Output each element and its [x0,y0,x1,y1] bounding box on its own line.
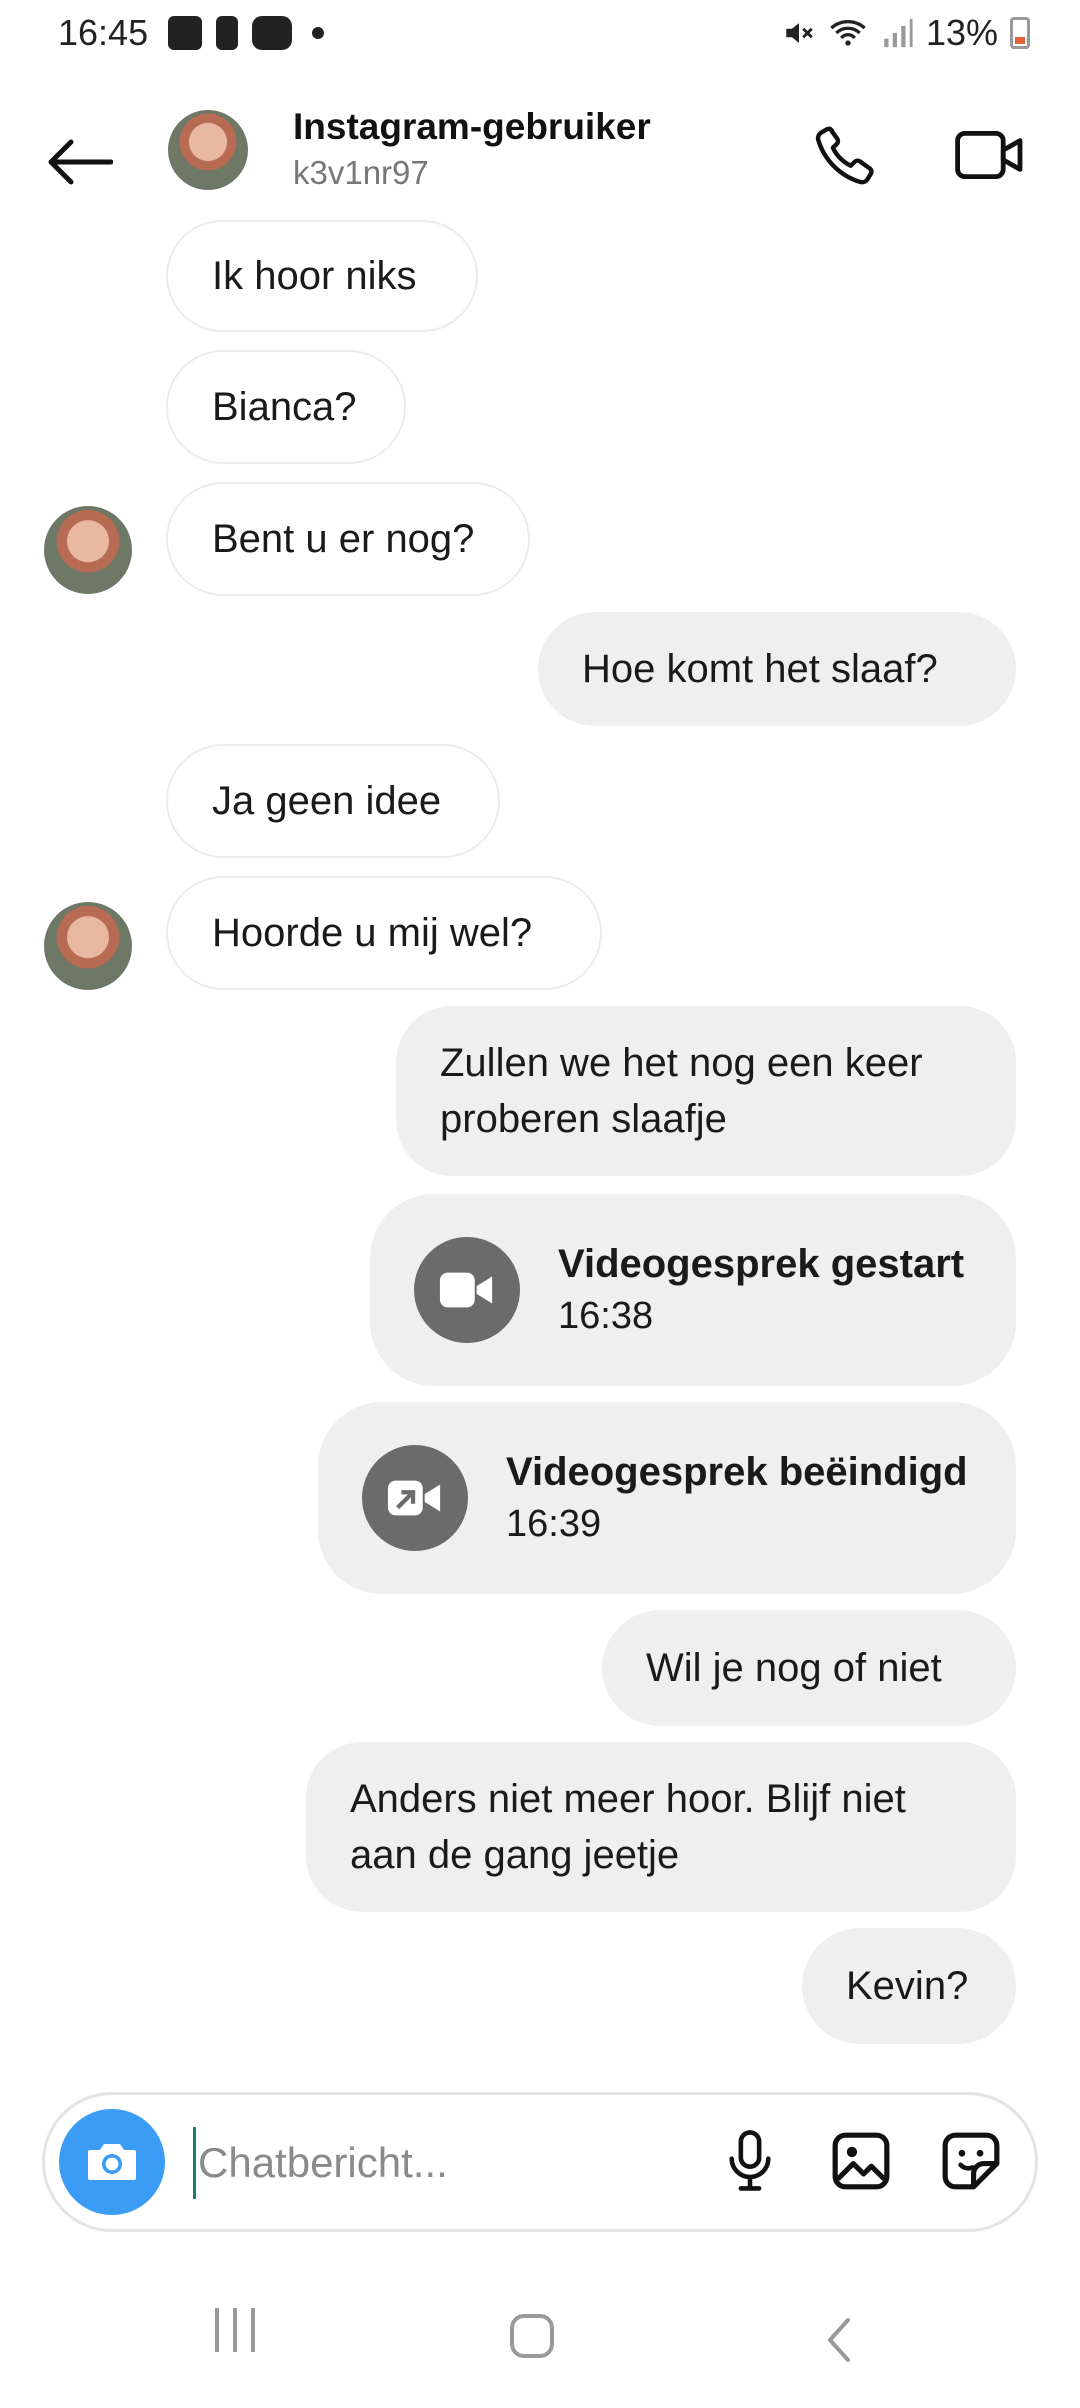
notification-icons [168,16,324,50]
gallery-notification-icon [168,16,202,50]
voice-message-button[interactable] [710,2121,790,2201]
message-text: aan de gang jeetje [350,1833,680,1877]
sticker-button[interactable] [931,2121,1011,2201]
video-call-ended-icon-badge [362,1445,468,1551]
message-text: Bent u er nog? [212,517,475,561]
message-thread[interactable]: Ik hoor niks Bianca? Bent u er nog? Hoe … [0,210,1080,2070]
message-text: Bianca? [212,385,357,429]
contact-name[interactable]: Instagram-gebruiker [293,106,651,148]
incoming-message[interactable]: Hoorde u mij wel? [166,876,602,990]
system-navigation-bar [0,2270,1080,2408]
message-input[interactable] [193,2127,693,2199]
video-call-icon-badge [414,1237,520,1343]
outgoing-message[interactable]: Hoe komt het slaaf? [538,612,1016,726]
status-bar: 16:45 13% [0,0,1080,70]
call-title: Videogesprek gestart [558,1242,965,1286]
back-button[interactable] [40,122,120,202]
outgoing-message[interactable]: Zullen we het nog een keer proberen slaa… [396,1006,1016,1176]
incoming-message[interactable]: Bianca? [166,350,406,464]
outgoing-message[interactable]: Wil je nog of niet [602,1610,1016,1726]
video-camera-icon [439,1272,493,1308]
contact-avatar[interactable] [168,110,248,190]
microphone-icon [729,2130,771,2191]
gallery-button[interactable] [821,2121,901,2201]
recents-button[interactable] [200,2308,270,2368]
system-status: 13% [782,12,1030,54]
home-button[interactable] [510,2314,554,2358]
call-title: Videogesprek beëindigd [506,1450,968,1494]
status-time: 16:45 [58,12,149,53]
outgoing-message[interactable]: Anders niet meer hoor. Blijf niet aan de… [306,1742,1016,1912]
message-text: Hoorde u mij wel? [212,911,533,955]
message-text: Kevin? [846,1964,969,2008]
camera-icon [88,2144,136,2180]
incoming-message[interactable]: Ik hoor niks [166,220,478,332]
sender-avatar[interactable] [44,506,132,594]
message-text: Anders niet meer hoor. Blijf niet [350,1777,906,1821]
contact-username[interactable]: k3v1nr97 [293,154,429,192]
youtube-notification-icon [252,16,292,50]
phone-icon [815,126,874,185]
signal-icon [884,18,913,48]
wifi-icon [830,20,866,46]
arrow-left-icon [48,139,113,185]
alert-notification-icon [216,16,238,50]
call-time: 16:38 [558,1295,654,1337]
video-call-ended-icon [387,1480,441,1516]
incoming-message[interactable]: Ja geen idee [166,744,500,858]
call-info: Videogesprek beëindigd 16:39 [506,1446,968,1550]
call-info: Videogesprek gestart 16:38 [558,1238,964,1342]
battery-percent: 13% [925,12,998,53]
call-time: 16:39 [506,1503,602,1545]
sender-avatar[interactable] [44,902,132,990]
camera-button[interactable] [59,2109,165,2215]
message-text: Ik hoor niks [212,254,417,298]
video-call-ended-message[interactable]: Videogesprek beëindigd 16:39 [318,1402,1016,1594]
sticker-icon [942,2132,1000,2190]
video-call-started-message[interactable]: Videogesprek gestart 16:38 [370,1194,1016,1386]
more-notifications-icon [312,27,324,39]
incoming-message[interactable]: Bent u er nog? [166,482,530,596]
chevron-left-icon [828,2318,850,2362]
video-camera-icon [955,131,1023,179]
message-text: Hoe komt het slaaf? [582,647,938,691]
video-call-button[interactable] [940,110,1040,200]
battery-icon [1010,17,1030,49]
message-text: Zullen we het nog een keer [440,1041,923,1085]
outgoing-message[interactable]: Kevin? [802,1928,1016,2044]
system-back-button[interactable] [810,2310,870,2370]
chat-header: Instagram-gebruiker k3v1nr97 [0,100,1080,210]
image-icon [832,2132,890,2190]
voice-call-button[interactable] [800,110,890,200]
message-text: proberen slaafje [440,1097,727,1141]
mute-icon [786,23,813,43]
message-text: Ja geen idee [212,779,442,823]
message-text: Wil je nog of niet [646,1646,942,1690]
message-composer [42,2092,1038,2232]
